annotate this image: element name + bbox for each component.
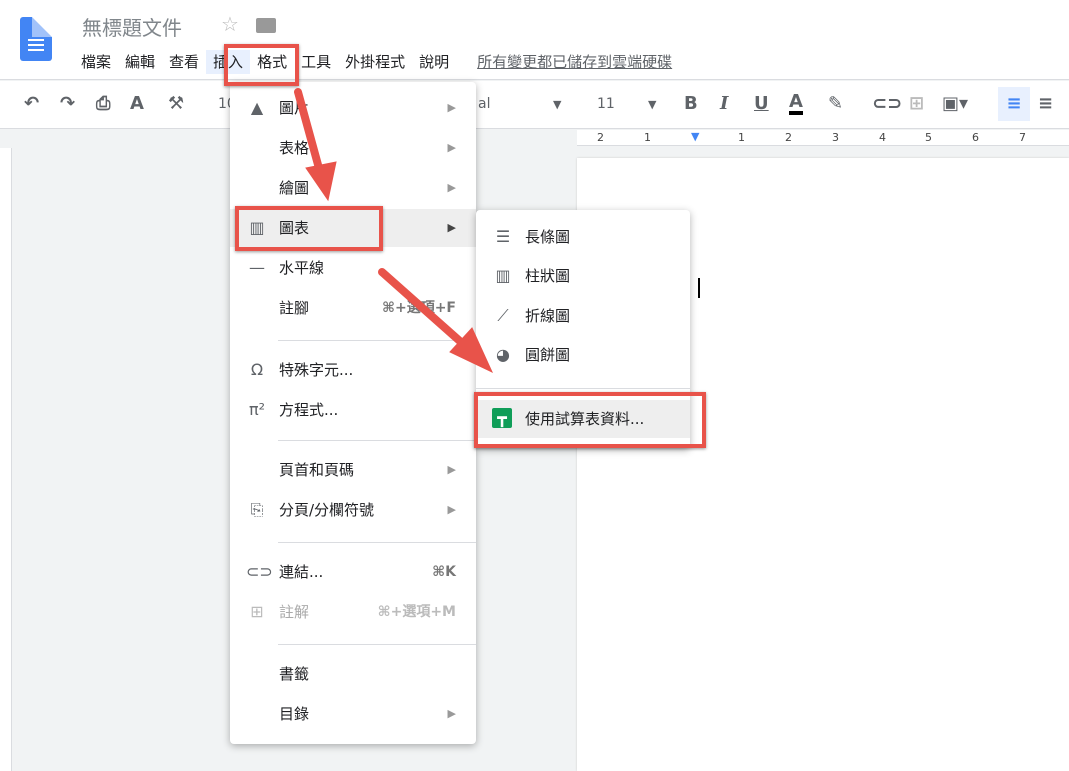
arrow-to-sheets (378, 268, 466, 347)
arrow-to-chart (294, 88, 324, 176)
arrow-head (305, 161, 337, 202)
annotation-arrows (294, 88, 494, 374)
